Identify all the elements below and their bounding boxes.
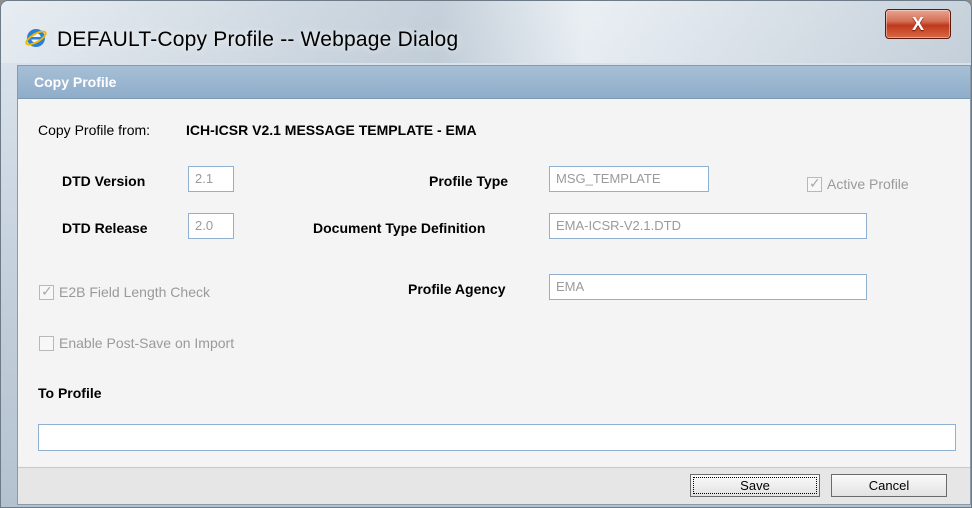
e2b-field-length-checkbox[interactable] xyxy=(39,283,54,300)
section-title: Copy Profile xyxy=(34,74,117,90)
e2b-field-length-label: E2B Field Length Check xyxy=(59,284,210,300)
active-profile-checkbox[interactable] xyxy=(807,175,822,192)
e2b-field-length-option[interactable]: E2B Field Length Check xyxy=(39,283,210,300)
enable-post-save-label: Enable Post-Save on Import xyxy=(59,335,235,351)
copy-profile-form: Copy Profile from: ICH-ICSR V2.1 MESSAGE… xyxy=(18,99,970,468)
profile-agency-field[interactable]: EMA xyxy=(549,274,867,300)
window-title: DEFAULT-Copy Profile -- Webpage Dialog xyxy=(57,28,459,51)
copy-from-label: Copy Profile from: xyxy=(38,122,151,138)
document-type-definition-label: Document Type Definition xyxy=(313,220,486,236)
profile-type-label: Profile Type xyxy=(429,173,509,189)
dialog-window: DEFAULT-Copy Profile -- Webpage Dialog X… xyxy=(0,0,972,508)
dialog-footer: Save Cancel xyxy=(18,467,970,504)
internet-explorer-icon xyxy=(25,29,47,47)
active-profile-label: Active Profile xyxy=(827,176,909,192)
dtd-version-label: DTD Version xyxy=(62,173,146,189)
enable-post-save-checkbox[interactable] xyxy=(39,335,54,351)
cancel-button[interactable]: Cancel xyxy=(831,474,947,497)
active-profile-option[interactable]: Active Profile xyxy=(807,175,909,192)
section-header: Copy Profile xyxy=(18,66,970,99)
dtd-release-label: DTD Release xyxy=(62,220,148,236)
profile-agency-label: Profile Agency xyxy=(408,281,506,297)
dialog-content: Copy Profile Copy Profile from: ICH-ICSR… xyxy=(17,65,971,505)
close-button[interactable]: X xyxy=(885,9,951,39)
close-icon: X xyxy=(911,13,924,34)
enable-post-save-option[interactable]: Enable Post-Save on Import xyxy=(39,335,234,351)
dtd-version-field[interactable]: 2.1 xyxy=(188,166,234,192)
copy-from-value: ICH-ICSR V2.1 MESSAGE TEMPLATE - EMA xyxy=(186,122,477,138)
dtd-release-field[interactable]: 2.0 xyxy=(188,213,234,239)
to-profile-input[interactable] xyxy=(38,424,956,451)
document-type-definition-field[interactable]: EMA-ICSR-V2.1.DTD xyxy=(549,213,867,239)
profile-type-field[interactable]: MSG_TEMPLATE xyxy=(549,166,709,192)
save-button[interactable]: Save xyxy=(690,474,820,497)
to-profile-label: To Profile xyxy=(38,385,102,401)
title-bar[interactable]: DEFAULT-Copy Profile -- Webpage Dialog X xyxy=(1,1,971,65)
